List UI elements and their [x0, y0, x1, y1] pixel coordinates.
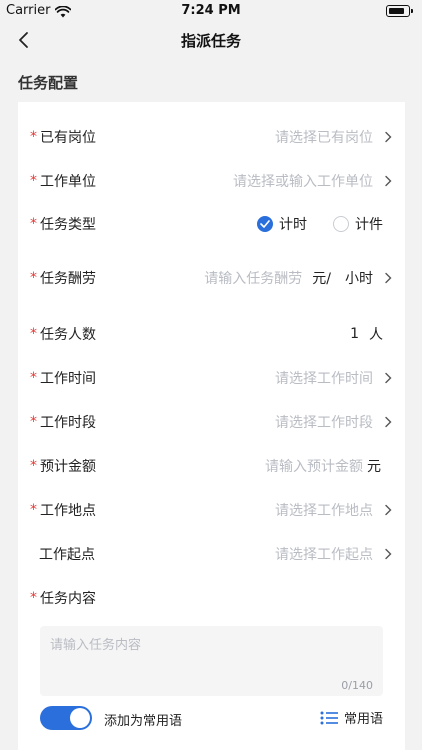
location-placeholder: 请选择工作地点: [275, 503, 373, 519]
chevron-right-icon: [379, 545, 397, 563]
toggle-knob: [70, 708, 90, 728]
required-mark: *: [30, 590, 37, 606]
chevron-right-icon: [379, 269, 397, 287]
nav-bar: 指派任务: [0, 22, 422, 58]
pay-period-select[interactable]: 小时: [345, 268, 397, 288]
save-phrase-label: 添加为常用语: [104, 714, 183, 729]
start-point-label: 工作起点: [39, 547, 95, 563]
work-time-row[interactable]: * 工作时间 请选择工作时间: [18, 356, 405, 400]
work-time-placeholder: 请选择工作时间: [275, 371, 373, 387]
chevron-right-icon: [379, 128, 397, 146]
unit-row[interactable]: * 工作单位 请选择或输入工作单位: [18, 159, 405, 203]
task-config-card: * 已有岗位 请选择已有岗位 * 工作单位 请选择或输入工作单位 * 任务类型 计时 …: [18, 102, 405, 750]
required-mark: *: [30, 270, 37, 286]
status-bar: Carrier 7:24 PM: [0, 0, 422, 22]
headcount-label: * 任务人数: [30, 326, 96, 343]
bottom-row: 添加为常用语 常用语: [18, 702, 405, 734]
page-title: 指派任务: [180, 32, 241, 50]
pay-input[interactable]: 请输入任务酬劳: [204, 268, 302, 288]
back-button[interactable]: [10, 26, 38, 54]
task-type-row: * 任务类型 计时 计件: [18, 202, 405, 246]
work-time-label: * 工作时间: [30, 370, 96, 387]
unit-label: * 工作单位: [30, 173, 96, 190]
required-mark: *: [30, 414, 37, 430]
headcount-row: * 任务人数 1 人: [18, 312, 405, 356]
time-slot-row[interactable]: * 工作时段 请选择工作时段: [18, 400, 405, 444]
radio-empty-icon: [333, 216, 349, 232]
headcount-input[interactable]: 1: [350, 326, 359, 342]
estimate-label: * 预计金额: [30, 458, 96, 475]
char-counter: 0/140: [341, 679, 373, 692]
battery-icon: [386, 5, 413, 17]
radio-hourly[interactable]: 计时: [257, 214, 307, 234]
time-slot-placeholder: 请选择工作时段: [275, 415, 373, 431]
post-placeholder: 请选择已有岗位: [275, 130, 373, 146]
check-icon: [257, 216, 273, 232]
location-label: * 工作地点: [30, 502, 96, 519]
start-point-row[interactable]: 工作起点 请选择工作起点: [18, 532, 405, 576]
radio-piecework[interactable]: 计件: [333, 214, 383, 234]
headcount-unit: 人: [369, 327, 383, 343]
location-row[interactable]: * 工作地点 请选择工作地点: [18, 488, 405, 532]
required-mark: *: [30, 216, 37, 232]
chevron-left-icon: [19, 32, 28, 48]
required-mark: *: [30, 129, 37, 145]
required-mark: *: [30, 326, 37, 342]
section-title: 任务配置: [18, 74, 79, 92]
status-time: 7:24 PM: [181, 3, 241, 18]
task-type-label: * 任务类型: [30, 216, 96, 233]
content-label: * 任务内容: [30, 590, 96, 607]
chevron-right-icon: [379, 413, 397, 431]
pay-label: * 任务酬劳: [30, 270, 96, 287]
post-row[interactable]: * 已有岗位 请选择已有岗位: [18, 115, 405, 159]
required-mark: *: [30, 458, 37, 474]
post-label: * 已有岗位: [30, 129, 96, 146]
chevron-right-icon: [379, 501, 397, 519]
pay-row: * 任务酬劳 请输入任务酬劳 元/ 小时: [18, 256, 405, 300]
content-row: * 任务内容: [18, 576, 405, 620]
pay-currency: 元/: [312, 271, 331, 287]
required-mark: *: [30, 370, 37, 386]
content-textarea-box: 0/140: [40, 626, 383, 696]
required-mark: *: [30, 502, 37, 518]
required-mark: *: [30, 173, 37, 189]
chevron-right-icon: [379, 369, 397, 387]
list-icon: [320, 711, 338, 724]
estimate-input[interactable]: 请输入预计金额: [265, 456, 363, 476]
estimate-unit: 元: [367, 459, 381, 475]
chevron-right-icon: [379, 172, 397, 190]
unit-placeholder: 请选择或输入工作单位: [233, 174, 373, 190]
save-phrase-toggle[interactable]: [40, 706, 92, 730]
common-phrases-button[interactable]: 常用语: [320, 708, 383, 727]
time-slot-label: * 工作时段: [30, 414, 96, 431]
content-textarea[interactable]: [40, 626, 383, 696]
start-point-placeholder: 请选择工作起点: [275, 547, 373, 563]
estimate-row: * 预计金额 请输入预计金额 元: [18, 444, 405, 488]
